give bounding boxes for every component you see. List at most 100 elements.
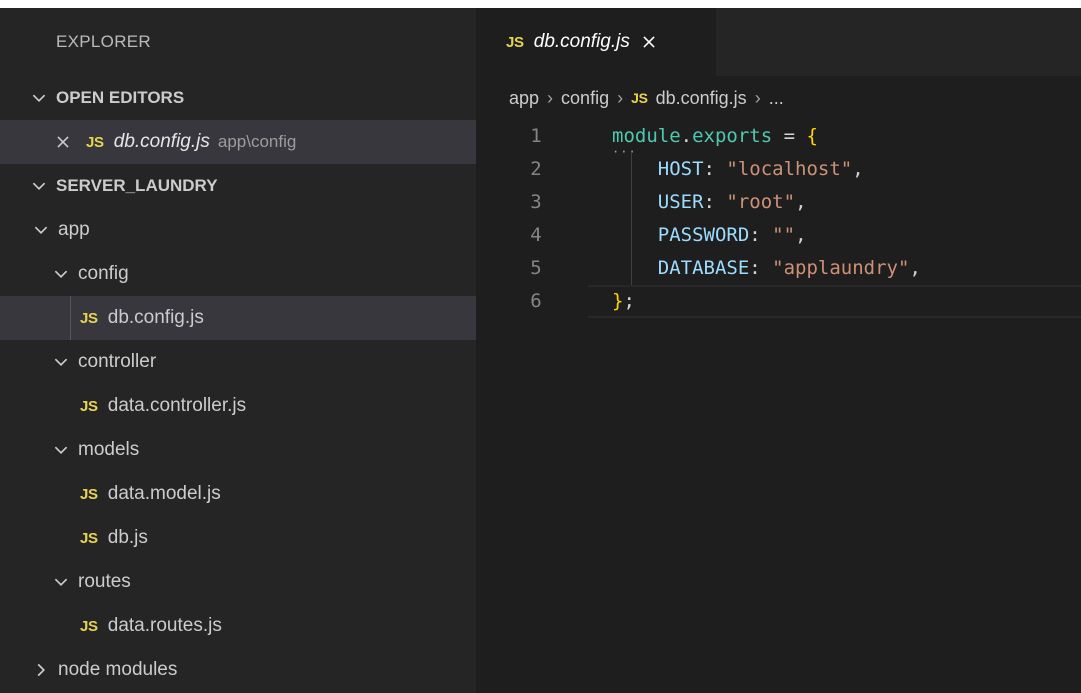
code-token: ; bbox=[623, 290, 635, 312]
tree-folder[interactable]: config bbox=[0, 252, 476, 296]
tree-item-label: routes bbox=[78, 571, 131, 592]
tree-indent-guide bbox=[70, 296, 71, 340]
js-file-icon: JS bbox=[86, 133, 104, 151]
tab-db-config[interactable]: JS db.config.js bbox=[476, 8, 716, 76]
code-token: module bbox=[612, 125, 681, 147]
code-token: , bbox=[795, 191, 807, 213]
code-token: PASSWORD bbox=[657, 224, 750, 246]
tree-folder[interactable]: app bbox=[0, 208, 476, 252]
line-number: 4 bbox=[530, 224, 542, 246]
js-file-icon: JS bbox=[80, 309, 98, 327]
explorer-title: EXPLORER bbox=[56, 32, 151, 51]
tree-file[interactable]: JS data.model.js bbox=[0, 472, 476, 516]
code-token: "applaundry" bbox=[772, 257, 910, 279]
code-token: "" bbox=[772, 224, 796, 246]
code-token: : bbox=[749, 257, 773, 279]
tree-folder[interactable]: controller bbox=[0, 340, 476, 384]
chevron-down-icon bbox=[34, 226, 48, 235]
code-token: = bbox=[772, 125, 807, 147]
code-area[interactable]: ··· 1 module.exports = {2 HOST: "localhos… bbox=[476, 120, 1081, 318]
close-icon[interactable] bbox=[640, 33, 658, 51]
code-token: : bbox=[703, 158, 727, 180]
open-editors-label: OPEN EDITORS bbox=[56, 88, 185, 107]
breadcrumb-more[interactable]: ... bbox=[769, 88, 784, 109]
tree-item-label: db.js bbox=[107, 527, 148, 548]
code-text: }; bbox=[612, 285, 635, 318]
project-label: SERVER_LAUNDRY bbox=[56, 176, 218, 195]
open-editors-section[interactable]: OPEN EDITORS bbox=[0, 76, 476, 120]
code-line: 4 PASSWORD: "", bbox=[476, 219, 1081, 252]
code-token: , bbox=[795, 224, 807, 246]
tree-item-label: models bbox=[78, 439, 140, 460]
chevron-down-icon bbox=[32, 182, 46, 191]
code-token: } bbox=[612, 290, 624, 312]
file-tree: app config JS db.config.js controller JS data.… bbox=[0, 208, 476, 692]
tree-folder[interactable]: routes bbox=[0, 560, 476, 604]
vscode-window: EXPLORER OPEN EDITORS JS db.config.js ap… bbox=[0, 8, 1081, 693]
line-number: 6 bbox=[530, 290, 542, 312]
line-number: 5 bbox=[530, 257, 542, 279]
chevron-down-icon bbox=[54, 270, 68, 279]
code-line: 3 USER: "root", bbox=[476, 186, 1081, 219]
tree-file[interactable]: JS data.routes.js bbox=[0, 604, 476, 648]
code-line: 2 HOST: "localhost", bbox=[476, 153, 1081, 186]
tab-bar: JS db.config.js bbox=[476, 8, 1081, 76]
tree-file[interactable]: JS db.js bbox=[0, 516, 476, 560]
js-file-icon: JS bbox=[80, 485, 98, 503]
chevron-down-icon bbox=[54, 578, 68, 587]
line-number: 2 bbox=[530, 158, 542, 180]
code-text: HOST: "localhost", bbox=[612, 153, 864, 186]
chevron-right-icon bbox=[37, 663, 46, 677]
js-file-icon: JS bbox=[506, 33, 524, 51]
code-token: "root" bbox=[726, 191, 796, 213]
chevron-right-icon: › bbox=[754, 87, 761, 108]
chevron-down-icon bbox=[54, 446, 68, 455]
js-file-icon: JS bbox=[80, 397, 98, 415]
editor-pane: JS db.config.js app › config › JS db.con… bbox=[476, 8, 1081, 693]
tree-item-label: data.controller.js bbox=[107, 395, 247, 416]
breadcrumb: app › config › JS db.config.js › ... bbox=[476, 76, 1081, 120]
js-file-icon: JS bbox=[631, 90, 648, 106]
project-section[interactable]: SERVER_LAUNDRY bbox=[0, 164, 476, 208]
chevron-right-icon: › bbox=[617, 87, 624, 108]
breadcrumb-item-app[interactable]: app bbox=[509, 88, 539, 109]
code-token: "localhost" bbox=[726, 158, 853, 180]
code-token: , bbox=[852, 158, 864, 180]
tree-folder[interactable]: node modules bbox=[0, 648, 476, 692]
close-icon[interactable] bbox=[54, 133, 72, 151]
code-token: : bbox=[703, 191, 727, 213]
code-line: 5 DATABASE: "applaundry", bbox=[476, 252, 1081, 285]
code-text: module.exports = { bbox=[612, 120, 818, 153]
open-editor-filename: db.config.js bbox=[113, 131, 210, 152]
code-token: : bbox=[749, 224, 773, 246]
js-file-icon: JS bbox=[80, 529, 98, 547]
tree-folder[interactable]: models bbox=[0, 428, 476, 472]
tree-item-label: data.routes.js bbox=[107, 615, 222, 636]
tree-item-label: node modules bbox=[58, 659, 178, 680]
code-line: 6}; bbox=[476, 285, 1081, 318]
breadcrumb-item-file[interactable]: db.config.js bbox=[656, 88, 747, 109]
code-token: HOST bbox=[657, 158, 704, 180]
chevron-down-icon bbox=[54, 358, 68, 367]
tree-file[interactable]: JS db.config.js bbox=[0, 296, 476, 340]
open-editor-item[interactable]: JS db.config.js app\config bbox=[0, 120, 476, 164]
tree-item-label: config bbox=[78, 263, 129, 284]
js-file-icon: JS bbox=[80, 617, 98, 635]
chevron-down-icon bbox=[32, 94, 46, 103]
code-token: USER bbox=[657, 191, 704, 213]
code-text: PASSWORD: "", bbox=[612, 219, 807, 252]
tree-item-label: data.model.js bbox=[107, 483, 221, 504]
code-token: DATABASE bbox=[657, 257, 750, 279]
code-token: , bbox=[909, 257, 921, 279]
breadcrumb-item-config[interactable]: config bbox=[561, 88, 609, 109]
code-text: USER: "root", bbox=[612, 186, 807, 219]
tree-file[interactable]: JS data.controller.js bbox=[0, 384, 476, 428]
tab-filename: db.config.js bbox=[533, 31, 630, 52]
explorer-sidebar: EXPLORER OPEN EDITORS JS db.config.js ap… bbox=[0, 8, 476, 693]
code-token: . bbox=[680, 125, 693, 147]
open-editor-path: app\config bbox=[217, 132, 297, 151]
